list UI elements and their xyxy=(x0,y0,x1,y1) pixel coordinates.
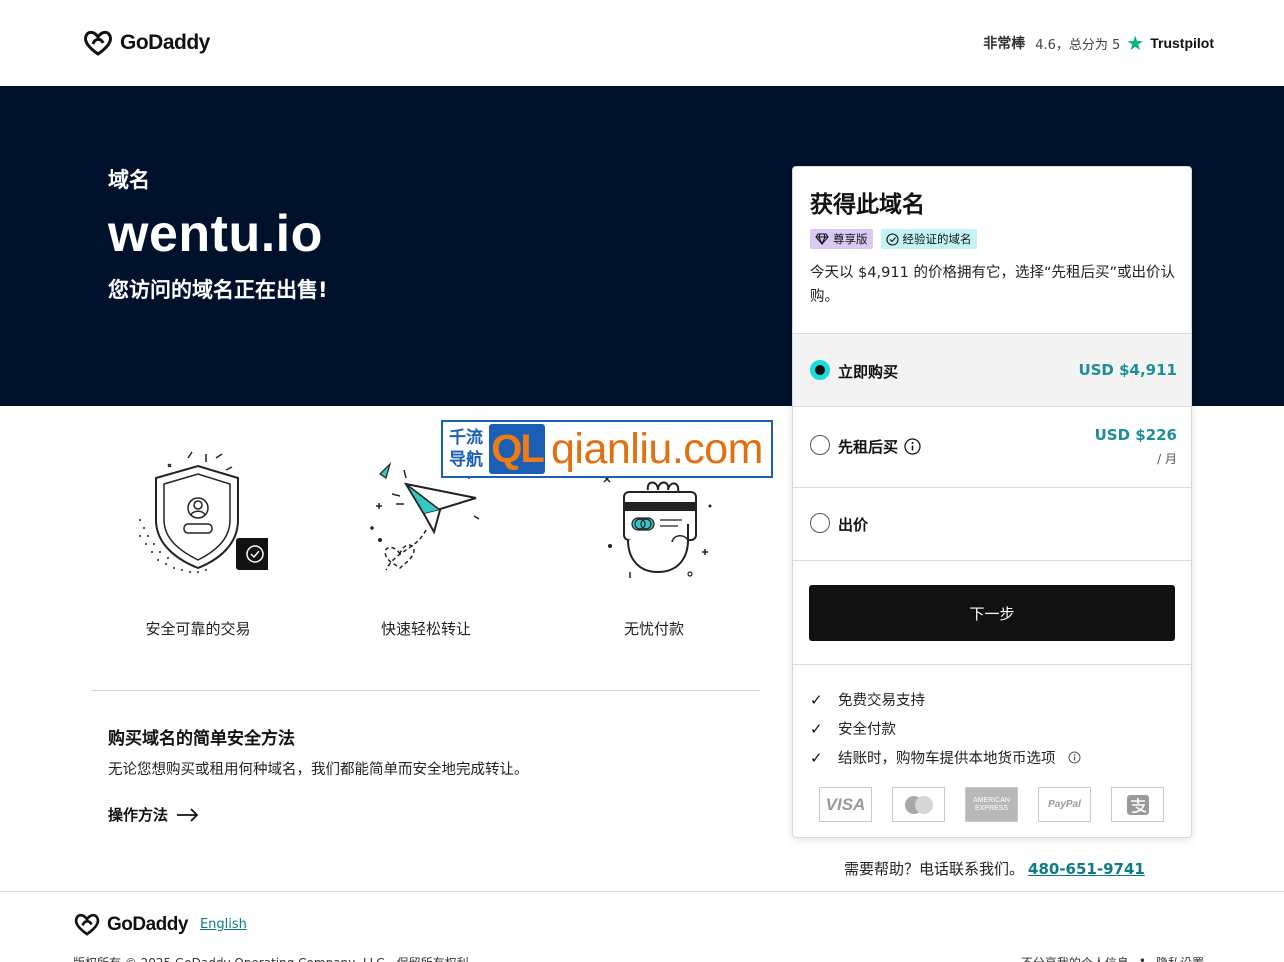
card-title: 获得此域名 xyxy=(810,192,925,218)
watermark-cn: 千流 导航 xyxy=(443,427,489,471)
site-footer: GoDaddy English 版权所有 © 2025 GoDaddy Oper… xyxy=(0,891,1284,962)
option-price: USD $4,911 xyxy=(1078,361,1177,379)
benefit-item: ✓ 结账时，购物车提供本地货币选项 xyxy=(810,743,1081,772)
purchase-card: 获得此域名 尊享版 经验证的域名 今天以 $4,911 的价格拥有它，选择“先租… xyxy=(792,166,1192,838)
info-icon[interactable] xyxy=(1068,751,1081,764)
payment-methods: VISA AMERICAN EXPRESS PayPal xyxy=(819,787,1164,822)
trustpilot-name: Trustpilot xyxy=(1150,35,1214,51)
help-line: 需要帮助？电话联系我们。 480-651-9741 xyxy=(844,858,1145,879)
visa-label: VISA xyxy=(825,794,866,814)
domain-name: wentu.io xyxy=(108,205,323,263)
watermark-cn-line1: 千流 xyxy=(449,428,483,448)
option-label: 先租后买 xyxy=(838,438,899,456)
check-icon: ✓ xyxy=(810,748,823,767)
watermark-cn-line2: 导航 xyxy=(449,450,483,470)
sale-text: 您访问的域名正在出售! xyxy=(108,278,328,302)
mastercard-circles xyxy=(904,795,933,814)
site-header: GoDaddy 非常棒 4.6，总分为 5 ★ Trustpilot xyxy=(0,0,1284,86)
check-icon: ✓ xyxy=(810,690,823,709)
watermark-logo: 千流 导航 QL qianliu.com xyxy=(441,420,773,478)
how-link-label: 操作方法 xyxy=(108,806,169,824)
paypal-icon: PayPal xyxy=(1038,787,1091,822)
benefits-list: ✓ 免费交易支持 ✓ 安全付款 ✓ 结账时，购物车提供本地货币选项 xyxy=(810,685,1081,772)
radio-lease-to-own[interactable] xyxy=(810,435,830,455)
godaddy-logo-icon xyxy=(84,30,112,56)
visa-icon: VISA xyxy=(819,787,872,822)
option-label-wrap: 先租后买 xyxy=(838,436,921,457)
paypal-label: PayPal xyxy=(1048,799,1081,810)
copyright-text: 版权所有 © 2025 GoDaddy Operating Company, L… xyxy=(73,954,481,962)
benefit-label: 结账时，购物车提供本地货币选项 xyxy=(838,751,1056,767)
check-icon: ✓ xyxy=(810,719,823,738)
radio-make-offer[interactable] xyxy=(810,513,830,533)
card-description: 今天以 $4,911 的价格拥有它，选择“先租后买”或出价认购。 xyxy=(810,265,1175,305)
do-not-share-link[interactable]: 不分享我的个人信息 xyxy=(1021,954,1129,962)
privacy-settings-link[interactable]: 隐私设置 xyxy=(1156,954,1204,962)
option-price-unit: / 月 xyxy=(1157,452,1177,466)
benefit-item: ✓ 安全付款 xyxy=(810,714,1081,743)
card-divider xyxy=(793,664,1191,665)
rating-score: 4.6，总分为 5 xyxy=(1035,37,1121,53)
option-buy-now[interactable]: 立即购买 USD $4,911 xyxy=(793,333,1191,406)
hero-label: 域名 xyxy=(108,168,150,192)
benefit-item: ✓ 免费交易支持 xyxy=(810,685,1081,714)
verified-badge: 经验证的域名 xyxy=(880,229,977,249)
footer-bullet: • xyxy=(1138,954,1146,962)
brand-name: GoDaddy xyxy=(120,31,210,54)
watermark-ql: QL xyxy=(489,424,545,474)
badges: 尊享版 经验证的域名 xyxy=(810,229,977,249)
option-make-offer[interactable]: 出价 xyxy=(793,487,1191,560)
option-lease-to-own[interactable]: 先租后买 USD $226 / 月 xyxy=(793,406,1191,487)
feature-secure-transaction: 安全可靠的交易 xyxy=(98,450,298,639)
option-label: 出价 xyxy=(838,516,869,534)
footer-brand-name: GoDaddy xyxy=(107,913,188,935)
how-it-works-link[interactable]: 操作方法 xyxy=(108,804,200,825)
how-description: 无论您想购买或租用何种域名，我们都能简单而安全地完成转让。 xyxy=(108,762,529,778)
card-divider xyxy=(793,560,1191,561)
verified-badge-label: 经验证的域名 xyxy=(902,232,972,246)
footer-logo[interactable]: GoDaddy English xyxy=(73,912,247,937)
feature-label: 无忧付款 xyxy=(623,620,684,638)
godaddy-logo-icon xyxy=(74,913,100,936)
amex-label: AMERICAN EXPRESS xyxy=(973,796,1010,812)
help-text: 需要帮助？电话联系我们。 xyxy=(844,860,1025,878)
alipay-icon xyxy=(1111,787,1164,822)
footer-links: 不分享我的个人信息 • 隐私设置 xyxy=(1021,954,1204,962)
option-price: USD $226 xyxy=(1094,426,1177,444)
section-divider xyxy=(92,690,760,691)
mastercard-icon xyxy=(892,787,945,822)
feature-fast-transfer: 快速轻松转让 xyxy=(326,450,526,639)
feature-label: 快速轻松转让 xyxy=(380,620,471,638)
radio-buy-now[interactable] xyxy=(810,360,830,380)
help-phone-link[interactable]: 480-651-9741 xyxy=(1028,860,1145,878)
feature-label: 安全可靠的交易 xyxy=(145,620,251,638)
trustpilot-star-icon: ★ xyxy=(1126,31,1145,55)
watermark-url: qianliu.com xyxy=(551,424,764,473)
amex-icon: AMERICAN EXPRESS xyxy=(965,787,1018,822)
godaddy-logo[interactable]: GoDaddy xyxy=(82,29,210,57)
arrow-right-icon xyxy=(177,807,199,822)
language-link[interactable]: English xyxy=(200,917,247,932)
benefit-label: 安全付款 xyxy=(838,722,896,738)
rating-label: 非常棒 xyxy=(983,36,1026,52)
premium-badge: 尊享版 xyxy=(810,229,873,249)
benefit-label: 免费交易支持 xyxy=(838,693,925,709)
next-button[interactable]: 下一步 xyxy=(809,585,1175,641)
info-icon[interactable] xyxy=(904,438,921,455)
check-circle-icon xyxy=(885,232,899,246)
premium-badge-label: 尊享版 xyxy=(833,232,868,246)
feature-easy-payment: 无忧付款 xyxy=(554,450,754,639)
shield-icon xyxy=(139,451,274,573)
how-title: 购买域名的简单安全方法 xyxy=(108,729,295,749)
trustpilot-rating[interactable]: 非常棒 4.6，总分为 5 ★ Trustpilot xyxy=(983,33,1214,53)
alipay-mark xyxy=(1126,794,1149,815)
diamond-icon xyxy=(815,233,829,245)
option-label: 立即购买 xyxy=(838,363,899,381)
